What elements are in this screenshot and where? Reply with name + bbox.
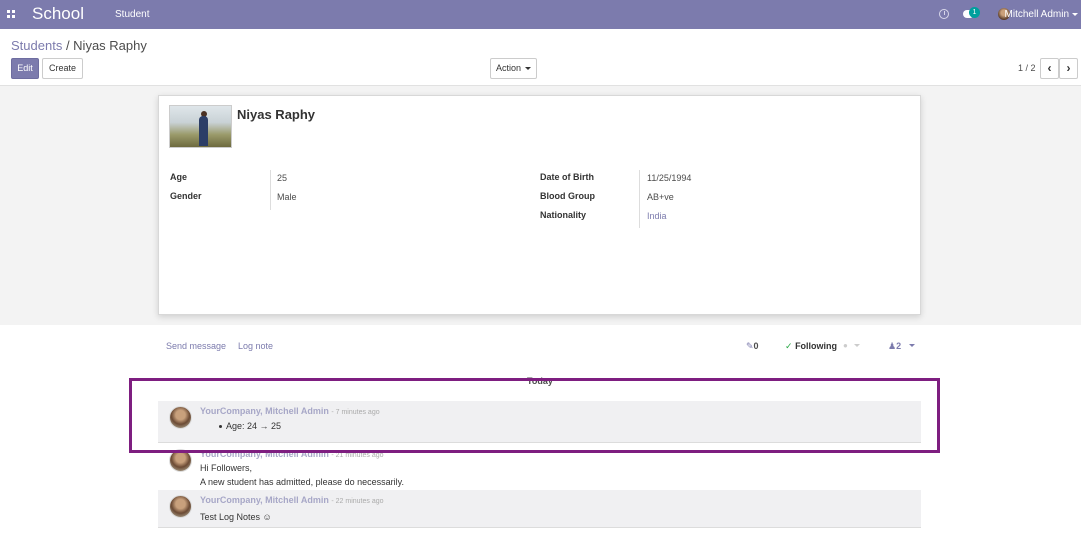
message-author-avatar[interactable] (169, 495, 192, 518)
breadcrumb-separator: / (62, 38, 74, 53)
create-button[interactable]: Create (42, 58, 83, 79)
log-note-button[interactable]: Log note (238, 341, 273, 351)
field-value-age: 25 (277, 173, 288, 183)
app-brand[interactable]: School (32, 4, 84, 24)
chat-count-badge: 1 (969, 7, 980, 18)
menu-item-student[interactable]: Student (115, 9, 149, 20)
action-label: Action (495, 63, 521, 73)
subtypes-caret-icon[interactable] (854, 344, 860, 347)
edit-button[interactable]: Edit (11, 58, 39, 79)
message-item: YourCompany, Mitchell Admin - 22 minutes… (158, 490, 921, 528)
attachments-count: 0 (753, 341, 759, 351)
paperclip-icon: ✎ (746, 341, 754, 351)
breadcrumb-students-link[interactable]: Students (11, 38, 62, 53)
message-body-line: Hi Followers, (200, 463, 253, 473)
highlight-annotation-box (129, 378, 940, 453)
field-label-nationality: Nationality (540, 210, 587, 220)
pager-previous-button[interactable]: ‹ (1040, 58, 1059, 79)
pager-next-button[interactable]: › (1059, 58, 1078, 79)
message-body-line: Test Log Notes ☺ (200, 512, 272, 522)
breadcrumb: Students / Niyas Raphy (11, 38, 147, 53)
message-date: - 21 minutes ago (331, 452, 384, 459)
field-value-nationality-link[interactable]: India (647, 211, 667, 221)
message-author[interactable]: YourCompany, Mitchell Admin - 22 minutes… (200, 495, 384, 505)
student-name: Niyas Raphy (237, 107, 316, 122)
field-value-blood-group: AB+ve (647, 192, 674, 202)
top-navbar: School Student 1 Mitchell Admin (0, 0, 1081, 29)
send-message-button[interactable]: Send message (166, 341, 226, 351)
field-label-dob: Date of Birth (540, 172, 594, 182)
chevron-down-icon[interactable] (1072, 13, 1078, 16)
field-value-gender: Male (277, 192, 297, 202)
field-divider-left (270, 170, 271, 210)
student-photo[interactable] (169, 105, 232, 148)
student-form-sheet: Niyas Raphy Age 25 Gender Male Date of B… (158, 95, 921, 315)
following-button[interactable]: ✓ Following (785, 341, 837, 352)
user-menu[interactable]: Mitchell Admin (1005, 9, 1069, 20)
field-divider-right (639, 170, 640, 228)
field-label-age: Age (170, 172, 188, 182)
followers-button[interactable]: ♟2 (888, 341, 901, 352)
followers-count: 2 (896, 341, 902, 351)
message-item: YourCompany, Mitchell Admin - 21 minutes… (158, 448, 921, 490)
field-label-gender: Gender (170, 191, 202, 201)
pager-value[interactable]: 1 / 2 (1018, 63, 1036, 73)
message-body-line: A new student has admitted, please do ne… (200, 477, 404, 487)
check-icon: ✓ (785, 341, 793, 351)
following-label: Following (795, 341, 838, 351)
action-dropdown-button[interactable]: Action (490, 58, 537, 79)
photo-person-body (199, 116, 208, 146)
attachments-button[interactable]: ✎0 (746, 341, 759, 352)
field-value-dob: 11/25/1994 (647, 173, 692, 183)
activity-clock-icon[interactable] (939, 9, 949, 19)
message-date: - 22 minutes ago (331, 498, 384, 505)
apps-menu-icon[interactable] (7, 10, 15, 18)
bell-icon[interactable]: ● (843, 341, 848, 350)
followers-caret-icon[interactable] (909, 344, 915, 347)
person-icon: ♟ (888, 341, 897, 351)
field-label-blood-group: Blood Group (540, 191, 595, 201)
message-author-name[interactable]: YourCompany, Mitchell Admin (200, 495, 329, 505)
caret-down-icon (525, 67, 531, 71)
breadcrumb-current: Niyas Raphy (73, 38, 147, 53)
